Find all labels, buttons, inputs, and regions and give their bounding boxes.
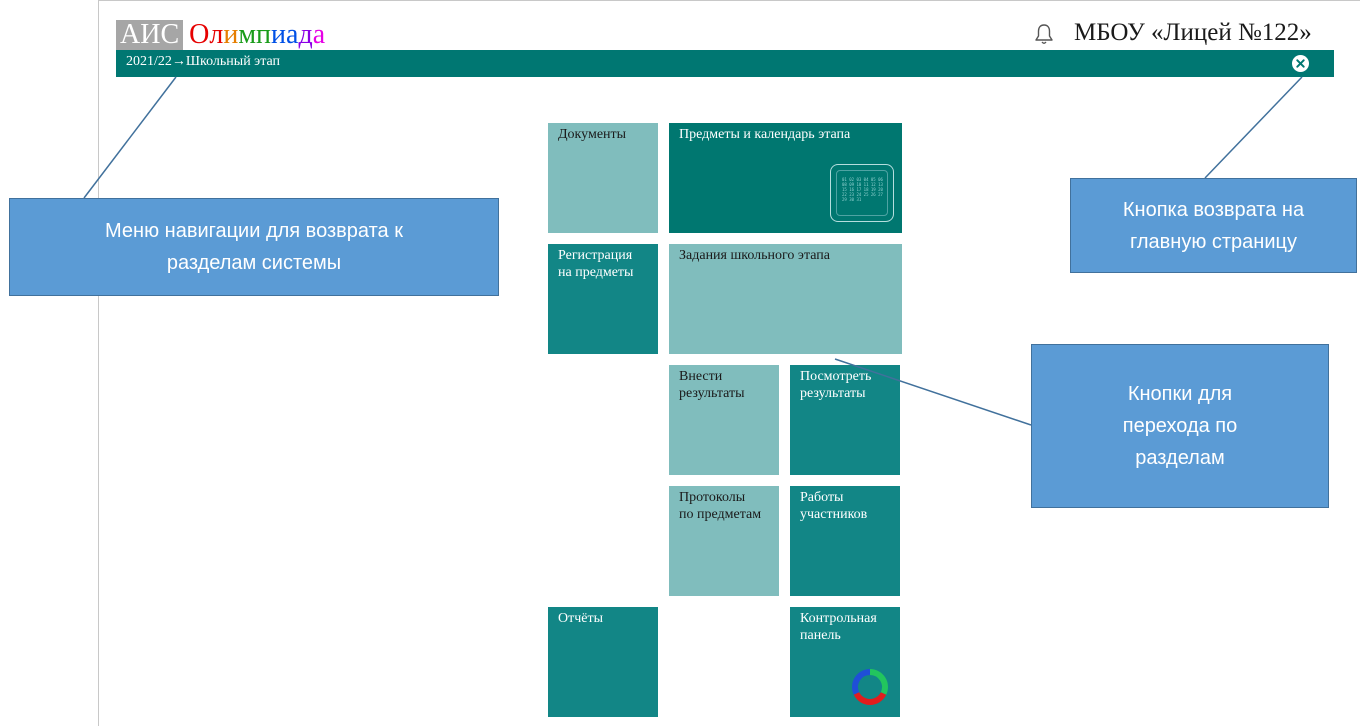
leader-navigation bbox=[83, 76, 177, 199]
callout-sections: Кнопки для перехода по разделам bbox=[1031, 344, 1329, 508]
callout-navigation: Меню навигации для возврата к разделам с… bbox=[9, 198, 499, 296]
callout-home-button: Кнопка возврата на главную страницу bbox=[1070, 178, 1357, 273]
leader-sections bbox=[834, 358, 1032, 426]
leader-home-button bbox=[1204, 76, 1303, 179]
